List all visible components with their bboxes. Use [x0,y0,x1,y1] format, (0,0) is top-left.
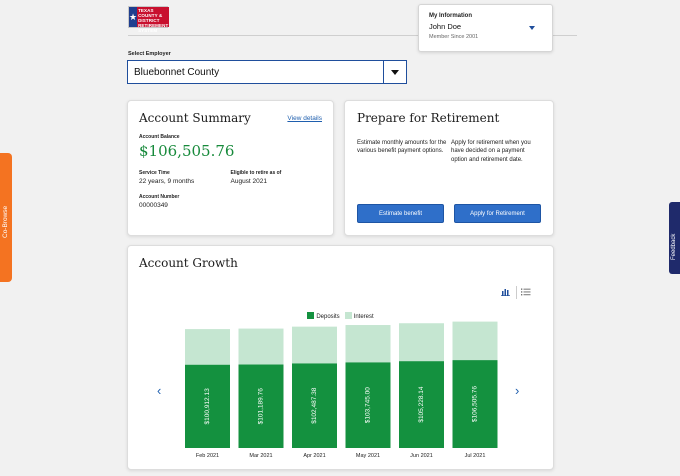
deposits-bar-label: $103,745.00 [365,387,372,424]
x-tick-label: Mar 2021 [249,453,272,459]
service-time: 22 years, 9 months [139,178,195,185]
account-balance: $106,505.76 [139,142,235,160]
account-balance-label: Account Balance [139,134,180,140]
employer-dropdown-button[interactable] [383,61,406,83]
prepare-retirement-card: Prepare for Retirement Estimate monthly … [344,100,554,236]
deposits-bar-label: $106,505.76 [472,386,479,423]
estimate-benefit-button[interactable]: Estimate benefit [357,204,444,223]
employer-select-value[interactable]: Bluebonnet County [128,61,383,83]
x-tick-label: May 2021 [356,453,380,459]
view-details-link[interactable]: View details [287,115,322,122]
interest-bar [238,328,284,365]
logo-text: TEXAS COUNTY & DISTRICT RETIREMENT SYSTE… [137,7,170,33]
account-summary-card: Account Summary View details Account Bal… [127,100,334,236]
deposits-bar-label: $105,228.14 [418,386,425,423]
chevron-down-icon[interactable] [529,26,535,30]
apply-description: Apply for retirement when you have decid… [451,140,531,163]
account-number-label: Account Number [139,194,180,200]
x-tick-label: Feb 2021 [196,453,219,459]
estimate-description: Estimate monthly amounts for the various… [357,140,447,155]
apply-for-retirement-button[interactable]: Apply for Retirement [454,204,541,223]
co-browse-label: Co-Browse [2,205,9,238]
eligible-date: August 2021 [230,178,268,185]
member-name: John Doe [429,22,462,31]
interest-bar [185,329,230,365]
co-browse-tab[interactable]: Co-Browse [0,153,12,282]
employer-select[interactable]: Bluebonnet County [127,60,407,84]
interest-bar [292,326,337,364]
account-number: 00000349 [139,202,168,209]
feedback-label: Feedback [671,233,677,260]
interest-bar [399,323,444,362]
deposits-bar-label: $102,487.38 [311,387,318,424]
account-growth-card: Account Growth Deposits Interest $100,91… [127,245,554,470]
interest-bar [345,325,391,363]
chevron-right-icon[interactable]: › [515,383,519,398]
deposits-bar-label: $100,912.13 [204,388,211,425]
interest-bar [452,321,498,361]
chevron-down-icon [391,69,399,75]
tcdrs-logo[interactable]: ★ TEXAS COUNTY & DISTRICT RETIREMENT SYS… [128,6,170,33]
my-information-label: My Information [429,13,472,19]
service-time-label: Service Time [139,170,170,176]
chevron-left-icon[interactable]: ‹ [157,383,161,398]
feedback-tab[interactable]: Feedback [669,202,680,274]
x-tick-label: Jun 2021 [410,453,433,459]
prepare-retirement-title: Prepare for Retirement [357,111,500,125]
deposits-bar-label: $101,189.76 [258,388,265,425]
my-information-menu[interactable]: My Information John Doe Member Since 200… [418,4,553,52]
x-tick-label: Apr 2021 [303,453,325,459]
star-icon: ★ [129,7,138,27]
account-growth-chart: $100,912.13 Feb 2021 $101,189.76 Mar 2021 $1… [185,321,498,459]
x-tick-label: Jul 2021 [465,453,486,459]
eligible-label: Eligible to retire as of [230,170,282,176]
member-since: Member Since 2001 [429,34,479,40]
select-employer-label: Select Employer [128,51,171,57]
